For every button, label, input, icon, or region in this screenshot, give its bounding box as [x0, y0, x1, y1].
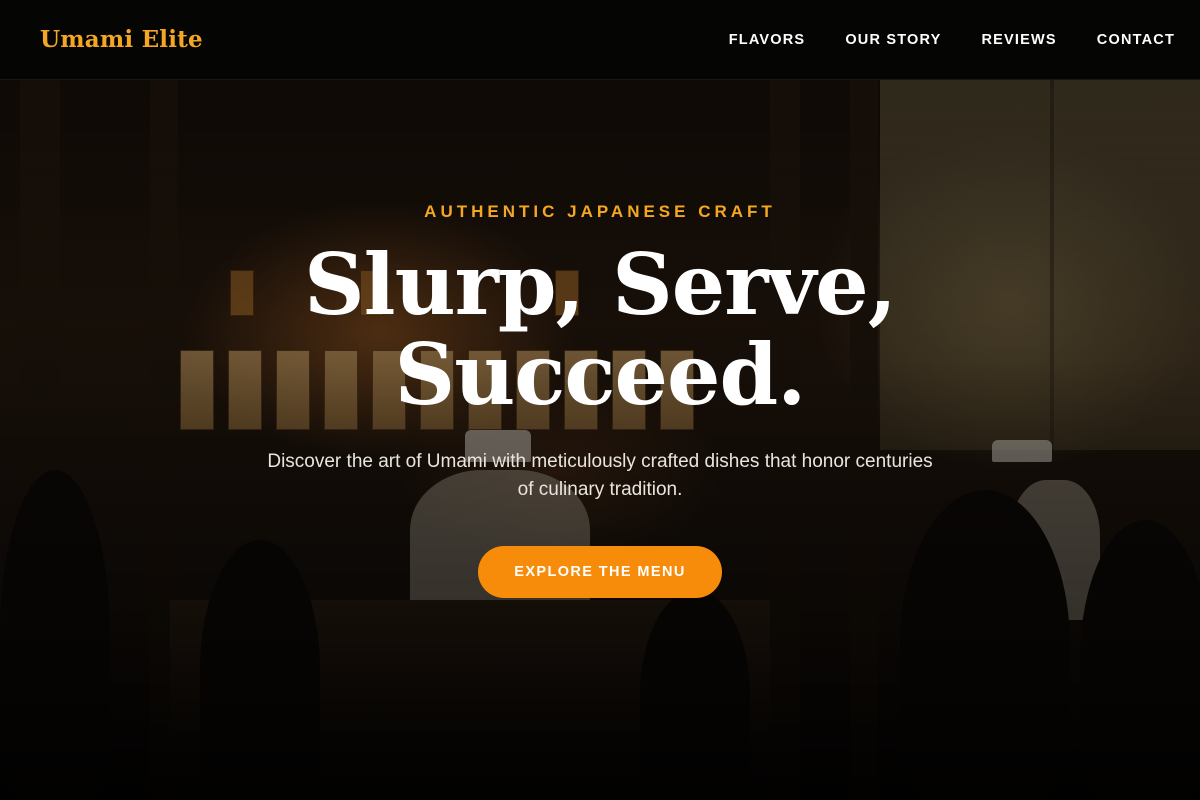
nav-item-our-story[interactable]: OUR STORY [845, 32, 941, 48]
hero-section: AUTHENTIC JAPANESE CRAFT Slurp, Serve, S… [0, 80, 1200, 800]
hero-title-line-1: Slurp, Serve, [304, 235, 897, 334]
hero-title: Slurp, Serve, Succeed. [304, 235, 897, 424]
explore-menu-button[interactable]: EXPLORE THE MENU [478, 546, 722, 598]
main-nav: FLAVORS OUR STORY REVIEWS CONTACT [729, 32, 1175, 48]
hero-eyebrow: AUTHENTIC JAPANESE CRAFT [424, 202, 776, 221]
nav-item-contact[interactable]: CONTACT [1097, 32, 1175, 48]
hero-subtitle: Discover the art of Umami with meticulou… [267, 451, 933, 500]
brand-logo[interactable]: Umami Elite [40, 26, 203, 53]
landing-page: Umami Elite FLAVORS OUR STORY REVIEWS CO… [0, 0, 1200, 800]
nav-item-flavors[interactable]: FLAVORS [729, 32, 806, 48]
nav-item-reviews[interactable]: REVIEWS [982, 32, 1057, 48]
hero-title-line-2: Succeed. [394, 325, 807, 424]
site-header: Umami Elite FLAVORS OUR STORY REVIEWS CO… [0, 0, 1200, 80]
